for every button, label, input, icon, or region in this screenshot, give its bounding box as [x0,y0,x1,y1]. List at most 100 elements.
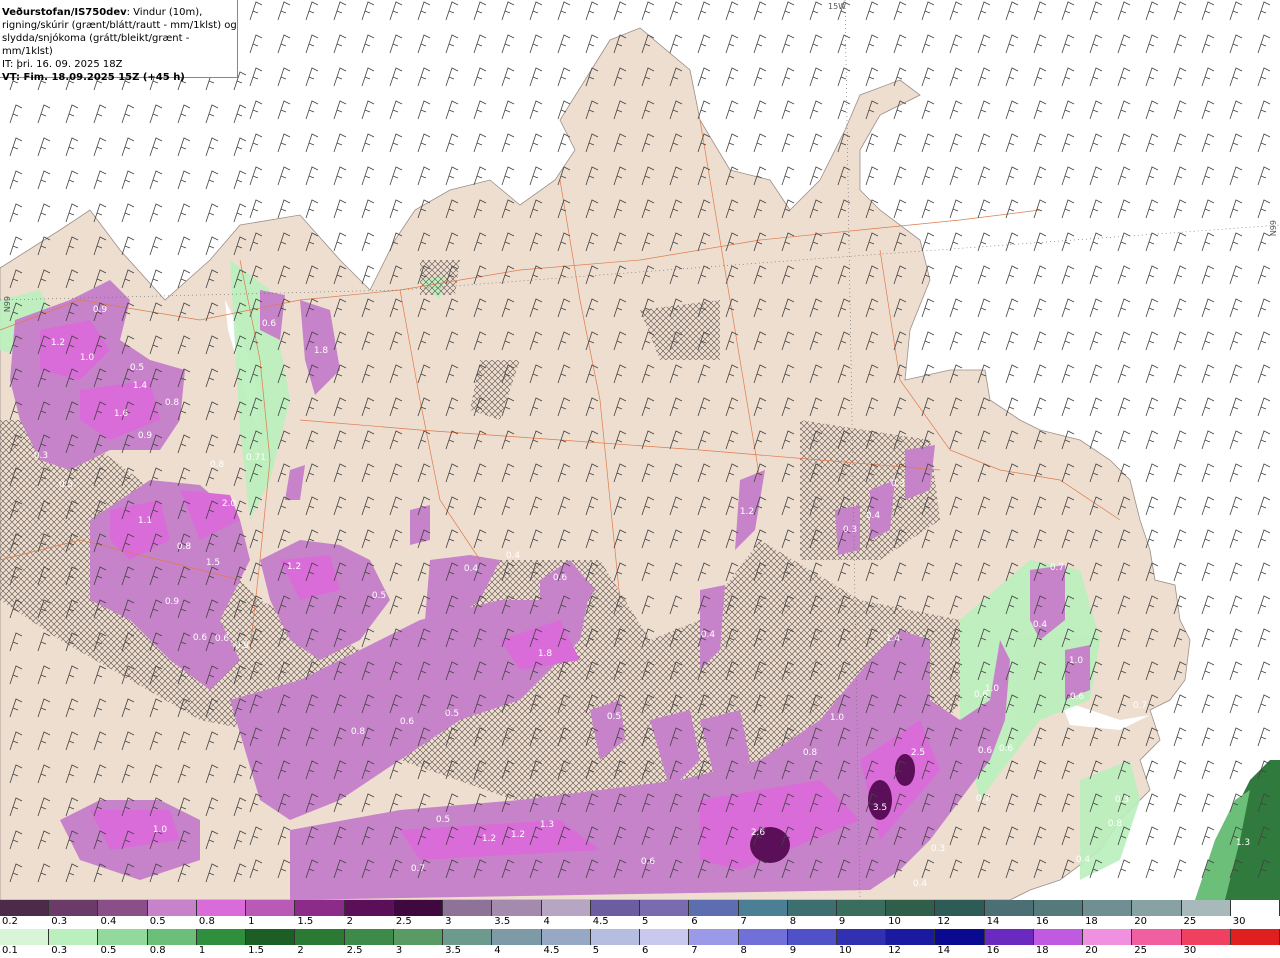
precip-value: 0.7 [1133,701,1147,711]
legend-swatch [886,900,936,916]
precip-value: 0.8 [210,460,225,470]
legend-swatch [935,900,985,916]
legend-swatch [1181,900,1231,916]
precip-value: 0.4 [464,564,479,574]
initial-time: IT: þri. 16. 09. 2025 18Z [2,59,123,70]
legend-swatch [738,900,788,916]
precip-value: 0.5 [59,480,73,490]
legend-label: 4 [543,916,550,927]
precip-value: 1.3 [1236,838,1250,848]
legend-label: 4 [494,945,501,956]
legend-swatch [984,900,1034,916]
precip-value: 0.5 [372,591,386,601]
legend-label: 12 [937,916,951,927]
legend-swatch [787,929,837,945]
legend-label: 1.5 [248,945,265,956]
precip-value: 0.3 [843,525,857,535]
legend-swatch [590,929,641,945]
precip-value: 0.6 [262,319,277,329]
legend-label: 1 [248,916,255,927]
legend-label: 8 [789,916,797,927]
precip-value: 2.6 [751,828,766,838]
precip-value: 3.5 [873,803,887,813]
legend-label: 3 [445,916,452,927]
legend-label: 3.5 [494,916,511,927]
legend-swatch [344,929,394,945]
legend-label: 6 [691,916,698,927]
precip-value: 0.6 [215,634,230,644]
legend-label: 0.5 [149,916,166,927]
legend-label: 0.3 [51,916,68,927]
legend-label: 7 [691,945,698,956]
legend-label: 0.8 [149,945,166,956]
legend-swatch [738,929,788,945]
precip-value: 0.7 [411,864,425,874]
legend-swatch [640,929,690,945]
title-line-1: : Vindur (10m), [126,7,203,18]
legend-swatch [1083,929,1133,945]
legend-swatch [49,900,99,916]
precip-value: 1.1 [138,516,152,526]
legend-label: 20 [1134,916,1148,927]
precip-value: 0.4 [1033,620,1048,630]
precip-value: 0.3 [931,844,945,854]
precip-value: 0.6 [400,717,415,727]
legend-label: 8 [740,945,747,956]
legend-label: 2 [297,945,304,956]
legend-label: 25 [1134,945,1148,956]
legend-label: 12 [888,945,901,956]
legend-label: 3 [395,945,403,956]
rain-legend-labels: 0.1 0.3 0.5 0.8 1 1.5 2 2.5 3 3.5 4 4.5 5 6 7 8 9 10 12 14 1… [0,945,1280,958]
precip-value: 0.6 [978,746,993,756]
precip-value: 0.6 [1070,692,1085,702]
legend-label: 25 [1183,916,1197,927]
precip-value: 0.4 [701,630,716,640]
legend-swatch [689,929,739,945]
map-title-box: Veðurstofan/IS750dev: Vindur (10m), rign… [0,0,238,83]
legend-swatch [836,900,887,916]
legend-label: 0.8 [198,916,215,927]
legend-swatch [836,929,887,945]
precip-value: 1.4 [886,634,901,644]
legend-label: 0.2 [2,916,18,927]
precip-value: 1.0 [1069,656,1084,666]
legend-swatch [393,929,444,945]
snow-legend-bar [0,900,1280,916]
legend-swatch [689,900,739,916]
precip-value: 1.0 [153,825,168,835]
legend-label: 0.5 [100,945,117,956]
legend-label: 4.5 [592,916,609,927]
legend-swatch [147,900,197,916]
legend-swatch [1132,929,1182,945]
legend-label: 14 [937,945,951,956]
legend-label: 9 [789,945,797,956]
title-line-3: slydda/snjókoma (grátt/bleikt/grænt - mm… [2,33,190,57]
precip-value: 0.9 [138,431,153,441]
precip-value: 0.7 [1050,563,1064,573]
precip-value: 0.7 [976,794,990,804]
legend-swatch [443,929,493,945]
legend-swatch [49,929,99,945]
legend-swatch [492,900,542,916]
latitude-label: 66N [1268,220,1277,237]
precip-value: 0.9 [235,641,250,651]
legend-label: 0.3 [51,945,68,956]
legend-swatch [1181,929,1231,945]
precip-value: 1.3 [540,820,554,830]
legend-label: 6 [642,945,649,956]
legend-swatch [196,900,247,916]
legend-label: 2.5 [395,916,412,927]
legend-swatch [295,929,345,945]
precip-value: 0.6 [974,690,989,700]
precip-value: 0.5 [607,712,621,722]
precip-value: 0.71 [246,453,266,463]
source-name: Veðurstofan/IS750dev [2,7,127,18]
legend-label: 10 [838,945,852,956]
legend-swatch [344,900,394,916]
legend-swatch [886,929,936,945]
legend-label: 2.5 [346,945,363,956]
precip-value: 0.8 [803,748,818,758]
precip-value: 2.0 [222,499,237,509]
longitude-label: 15W [828,2,847,11]
precip-value: 0.4 [506,551,521,561]
